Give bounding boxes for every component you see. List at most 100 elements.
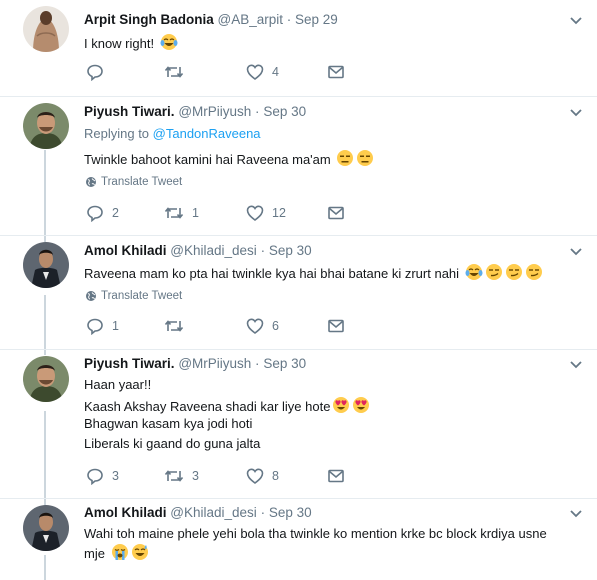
reply-button[interactable]: 2 [86,204,119,222]
tweet-actions: 4 [86,63,356,83]
heart-icon [246,64,264,81]
reply-button[interactable]: 3 [86,467,119,485]
smirk-emoji [525,263,543,284]
heart-eyes-emoji [332,396,350,417]
display-name[interactable]: Piyush Tiwari. [84,356,175,371]
avatar[interactable] [23,505,69,551]
like-button[interactable]: 12 [246,204,286,222]
tweet[interactable]: Arpit Singh Badonia @AB_arpit · Sep 29 I… [0,0,597,96]
translate-label: Translate Tweet [101,176,183,188]
separator-dot: · [255,356,260,371]
expressionless-emoji [336,149,354,170]
tweet-date[interactable]: Sep 30 [263,356,306,371]
user-handle[interactable]: @MrPiiyush [178,104,251,119]
tweet[interactable]: Amol Khiladi @Khiladi_desi · Sep 30 Rave… [0,236,597,349]
tweet-date[interactable]: Sep 30 [269,243,312,258]
reply-count: 2 [112,206,119,220]
retweet-icon [164,66,184,78]
reply-button[interactable] [86,63,112,81]
tweet-text: Twinkle bahoot kamini hai Raveena ma'am [84,149,374,170]
display-name[interactable]: Amol Khiladi [84,505,167,520]
tweet[interactable]: Piyush Tiwari. @MrPiiyush · Sep 30 Haan … [0,350,597,498]
expressionless-emoji [356,149,374,170]
retweet-button[interactable] [164,63,192,81]
display-name[interactable]: Arpit Singh Badonia [84,12,214,27]
tweet[interactable]: Amol Khiladi @Khiladi_desi · Sep 30 Wahi… [0,499,597,580]
reply-icon [87,468,103,485]
like-count: 8 [272,469,279,483]
direct-message-button[interactable] [327,467,345,485]
direct-message-button[interactable] [327,204,345,222]
replying-to-label: Replying to [84,126,153,141]
translate-tweet-link[interactable]: Translate Tweet [85,290,182,302]
smirk-emoji [485,263,503,284]
avatar[interactable] [23,6,69,52]
avatar[interactable] [23,242,69,288]
like-button[interactable]: 4 [246,63,279,81]
retweet-icon [164,470,184,482]
display-name[interactable]: Amol Khiladi [84,243,167,258]
chevron-down-icon[interactable] [569,108,583,118]
user-handle[interactable]: @Khiladi_desi [170,505,257,520]
reply-button[interactable]: 1 [86,317,119,335]
separator-dot: · [255,104,260,119]
tweet-line: Bhagwan kasam kya jodi hoti [84,416,253,431]
heart-icon [246,468,264,485]
tweet-text: I know right! [84,33,178,54]
user-handle[interactable]: @Khiladi_desi [170,243,257,258]
avatar[interactable] [23,103,69,149]
chevron-down-icon[interactable] [569,509,583,519]
tweet-line: Haan yaar!! [84,377,152,392]
retweet-icon [164,207,184,219]
translate-label: Translate Tweet [101,290,183,302]
tweet-line: Wahi toh maine phele yehi bola tha twink… [84,526,547,541]
separator-dot: · [286,12,292,27]
chevron-down-icon[interactable] [569,16,583,26]
display-name[interactable]: Piyush Tiwari. [84,104,175,119]
replying-to-handle[interactable]: @TandonRaveena [153,126,261,141]
chevron-down-icon[interactable] [569,247,583,257]
retweet-button[interactable] [164,317,192,335]
heart-icon [246,318,264,335]
tweet-actions: 1 6 [86,317,356,337]
chevron-down-icon[interactable] [569,360,583,370]
retweet-count: 3 [192,469,199,483]
direct-message-button[interactable] [327,63,345,81]
tweet-text: Kaash Akshay Raveena shadi kar liye hote [84,396,370,417]
reply-icon [87,64,103,81]
tweet-date[interactable]: Sep 29 [295,12,338,27]
replying-to: Replying to @TandonRaveena [84,126,261,141]
tweet-line: mje [84,546,105,561]
envelope-icon [328,206,344,220]
translate-tweet-link[interactable]: Translate Tweet [85,176,182,188]
tweet-date[interactable]: Sep 30 [263,104,306,119]
user-handle[interactable]: @MrPiiyush [178,356,251,371]
globe-icon [86,291,96,301]
user-handle[interactable]: @AB_arpit [218,12,283,27]
avatar[interactable] [23,356,69,402]
tweet-line: Raveena mam ko pta hai twinkle kya hai b… [84,266,460,281]
envelope-icon [328,65,344,79]
reply-icon [87,318,103,335]
tweet[interactable]: Piyush Tiwari. @MrPiiyush · Sep 30 Reply… [0,97,597,235]
retweet-button[interactable]: 3 [164,467,199,485]
like-button[interactable]: 6 [246,317,279,335]
like-button[interactable]: 8 [246,467,279,485]
tweet-line: Twinkle bahoot kamini hai Raveena ma'am [84,152,331,167]
tweet-text: mje [84,543,149,564]
tweet-text: Raveena mam ko pta hai twinkle kya hai b… [84,263,543,284]
envelope-icon [328,319,344,333]
retweet-button[interactable]: 1 [164,204,199,222]
like-count: 6 [272,319,279,333]
like-count: 12 [272,206,286,220]
like-count: 4 [272,65,279,79]
reply-count: 1 [112,319,119,333]
direct-message-button[interactable] [327,317,345,335]
separator-dot: · [260,505,266,520]
tears-of-joy-emoji [465,263,483,284]
tweet-date[interactable]: Sep 30 [269,505,312,520]
tweet-actions: 3 3 8 [86,467,356,487]
reply-icon [87,205,103,222]
loudly-crying-emoji [111,543,129,564]
retweet-icon [164,320,184,332]
